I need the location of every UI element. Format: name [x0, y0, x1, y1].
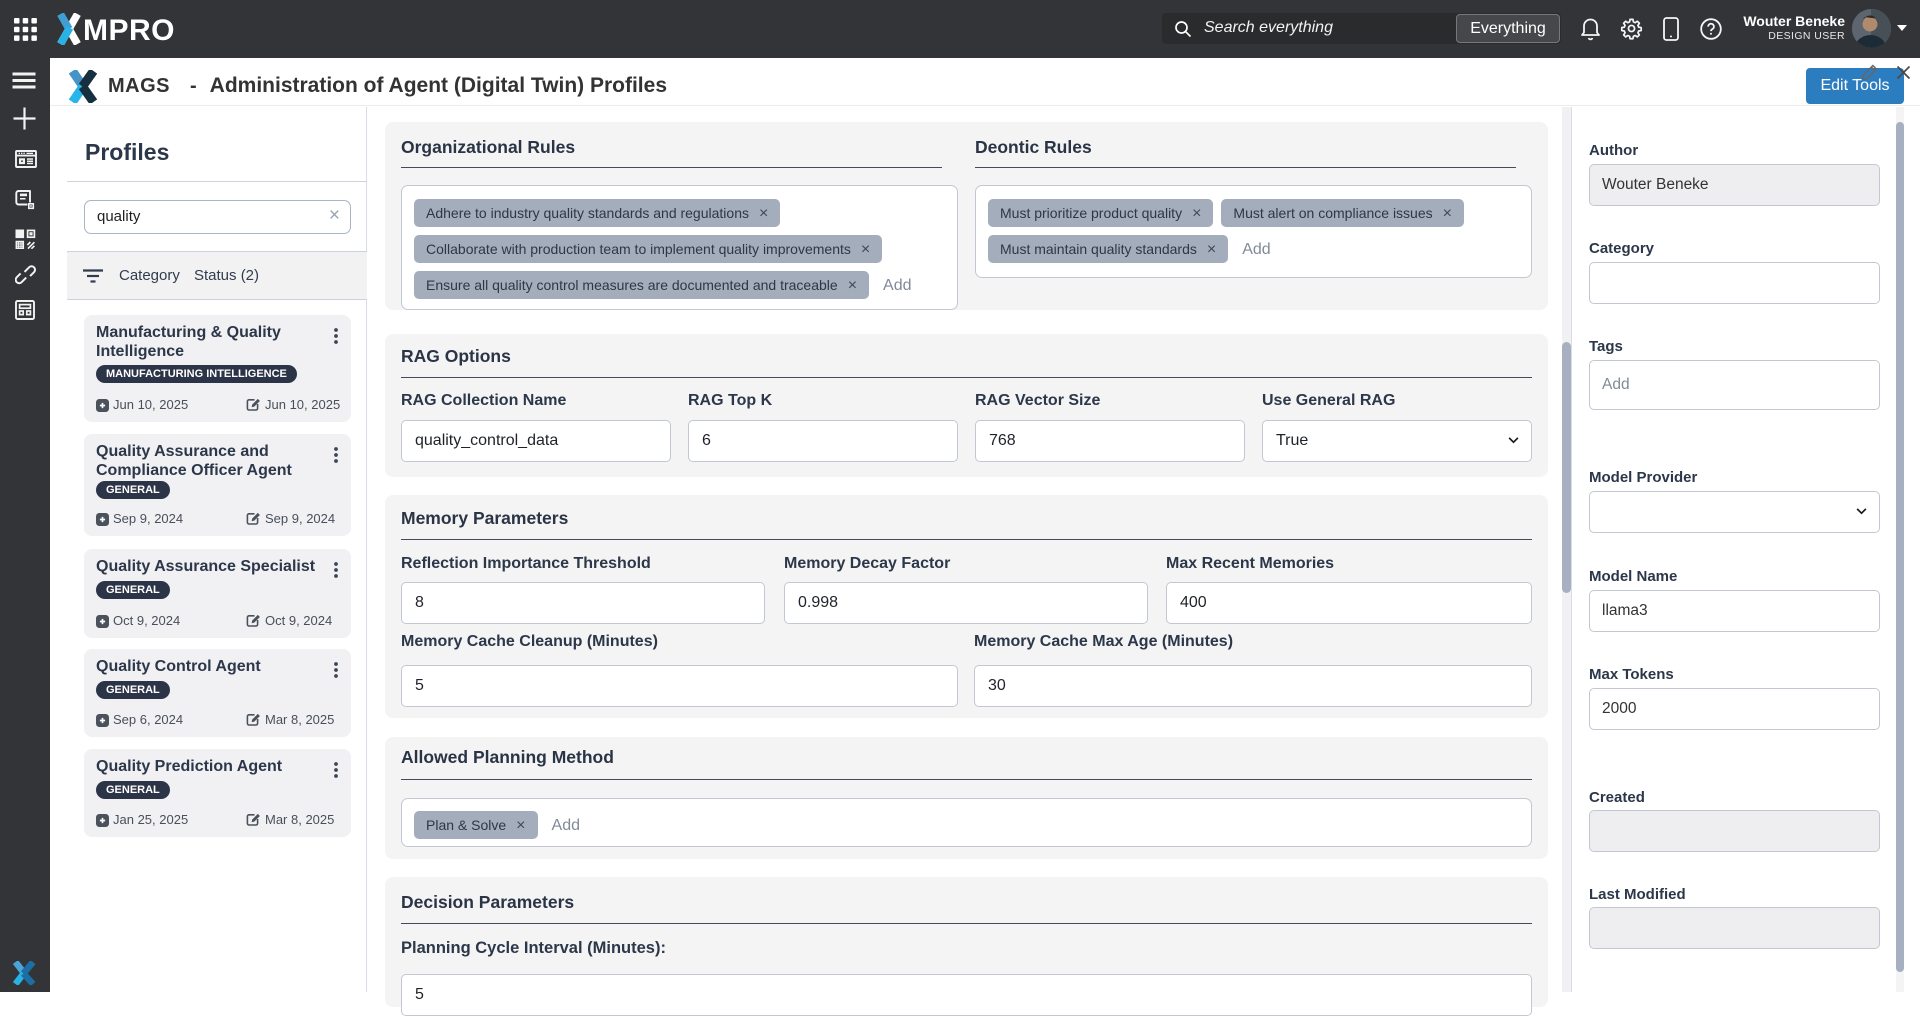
svg-text:MPRO: MPRO — [83, 14, 175, 45]
